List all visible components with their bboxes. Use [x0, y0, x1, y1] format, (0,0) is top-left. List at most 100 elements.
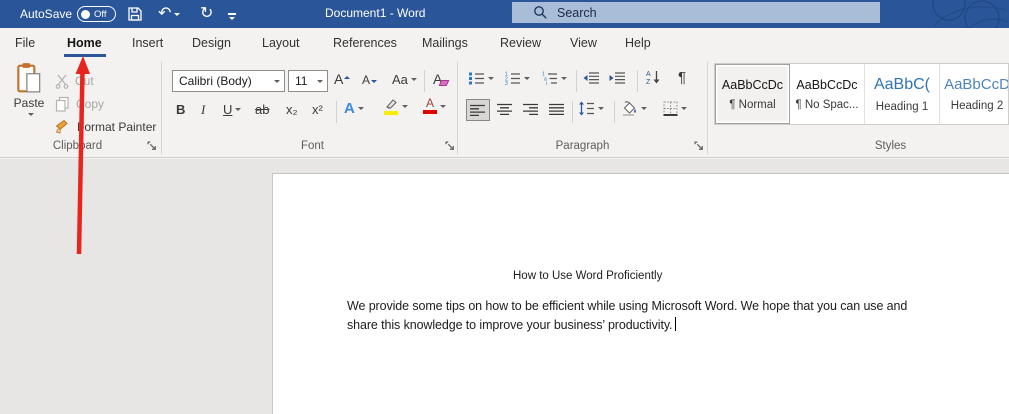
style-card-heading2[interactable]: AaBbCcD Heading 2	[940, 64, 1009, 124]
justify-button[interactable]	[549, 103, 565, 116]
style-card-no-spacing[interactable]: AaBbCcDc ¶ No Spac...	[790, 64, 865, 124]
subscript-button[interactable]: x₂	[286, 102, 298, 117]
undo-button[interactable]: ↶	[158, 4, 180, 24]
tab-layout[interactable]: Layout	[255, 28, 307, 58]
tab-review[interactable]: Review	[493, 28, 548, 58]
decrease-indent-icon	[583, 71, 600, 85]
decrease-indent-button[interactable]	[583, 71, 600, 85]
change-case-button[interactable]: Aa	[392, 72, 417, 87]
superscript-button[interactable]: x²	[312, 102, 323, 117]
line-spacing-chevron-icon	[598, 107, 604, 113]
strikethrough-button[interactable]: ab	[255, 102, 269, 117]
font-color-button[interactable]: A	[423, 98, 446, 114]
align-center-button[interactable]	[497, 103, 513, 116]
align-center-icon	[497, 103, 513, 116]
italic-button[interactable]: I	[201, 102, 205, 118]
line-spacing-button[interactable]	[578, 101, 604, 116]
align-right-button[interactable]	[523, 103, 539, 116]
save-icon	[127, 6, 143, 22]
format-painter-button[interactable]: Format Painter	[55, 118, 156, 136]
justify-icon	[549, 103, 565, 116]
numbering-button[interactable]: 1 2 3	[504, 71, 530, 85]
ribbon-tab-row: File Home Insert Design Layout Reference…	[0, 28, 1009, 58]
font-dialog-launcher-icon[interactable]	[445, 141, 456, 152]
sort-button[interactable]: A Z	[645, 69, 661, 85]
font-group-label: Font	[255, 140, 370, 152]
tab-help[interactable]: Help	[618, 28, 658, 58]
paste-clipboard-icon	[16, 62, 42, 94]
autosave-toggle[interactable]: Off	[77, 6, 116, 22]
title-bar: AutoSave Off ↶ ↻ Document1 - Word	[0, 0, 1009, 28]
copy-button[interactable]: Copy	[55, 95, 104, 113]
save-button[interactable]	[127, 4, 143, 24]
shrink-font-button[interactable]: A	[362, 73, 377, 87]
increase-indent-button[interactable]	[609, 71, 626, 85]
undo-dropdown-chevron-icon	[174, 13, 180, 19]
customize-toolbar-chevron-icon	[229, 17, 235, 23]
document-heading-text: How to Use Word Proficiently	[513, 270, 662, 282]
align-left-icon	[470, 104, 486, 117]
format-painter-label: Format Painter	[77, 120, 156, 134]
grow-font-caret-icon	[344, 73, 350, 79]
shading-button[interactable]	[621, 100, 647, 116]
paragraph-dialog-launcher-icon[interactable]	[694, 141, 705, 152]
underline-chevron-icon	[235, 108, 241, 114]
document-body-line1: We provide some tips on how to be effici…	[347, 299, 907, 313]
grow-font-button[interactable]: A	[334, 71, 350, 87]
clipboard-dialog-launcher-icon[interactable]	[147, 141, 158, 152]
customize-toolbar-icon	[228, 13, 236, 15]
font-color-chevron-icon	[440, 105, 446, 111]
multilevel-chevron-icon	[561, 77, 567, 83]
underline-button[interactable]: U	[223, 102, 241, 117]
cut-scissors-icon	[55, 74, 69, 89]
window-title: Document1 - Word	[325, 6, 425, 20]
redo-button[interactable]: ↻	[200, 4, 213, 24]
autosave-state: Off	[94, 9, 107, 20]
search-input[interactable]	[557, 6, 837, 20]
paste-dropdown-chevron-icon	[28, 113, 34, 119]
highlight-chevron-icon	[402, 105, 408, 111]
borders-button[interactable]	[663, 101, 687, 116]
svg-text:3: 3	[505, 81, 508, 85]
customize-quick-access-toolbar-button[interactable]	[228, 8, 236, 28]
text-effects-chevron-icon	[358, 107, 364, 113]
cut-button[interactable]: Cut	[55, 72, 94, 90]
font-name-combo[interactable]: Calibri (Body)	[172, 70, 285, 92]
multilevel-list-button[interactable]: 1 a i	[541, 71, 567, 85]
tab-insert[interactable]: Insert	[125, 28, 170, 58]
tab-mailings[interactable]: Mailings	[415, 28, 475, 58]
borders-chevron-icon	[681, 107, 687, 113]
style-card-heading1[interactable]: AaBbC( Heading 1	[865, 64, 940, 124]
clipboard-group-label: Clipboard	[20, 140, 135, 152]
show-hide-formatting-button[interactable]: ¶	[678, 69, 686, 86]
clear-formatting-button[interactable]: A	[433, 71, 448, 87]
style-card-normal[interactable]: AaBbCcDc ¶ Normal	[715, 64, 790, 124]
tab-file[interactable]: File	[8, 28, 42, 58]
text-effects-button[interactable]: A	[344, 100, 364, 117]
text-cursor	[675, 317, 676, 331]
font-size-chevron-icon	[317, 80, 323, 86]
format-painter-brush-icon	[55, 119, 71, 135]
ribbon: Paste Cut Copy Format Painter	[0, 58, 1009, 158]
document-page[interactable]	[272, 173, 1009, 414]
highlight-color-button[interactable]	[383, 98, 408, 115]
group-separator	[457, 62, 458, 154]
search-box[interactable]	[512, 2, 880, 23]
bold-button[interactable]: B	[176, 102, 185, 117]
paste-button[interactable]: Paste	[8, 62, 50, 136]
tab-design[interactable]: Design	[185, 28, 238, 58]
document-area	[0, 159, 1009, 414]
autosave-label: AutoSave	[20, 7, 72, 21]
align-left-button[interactable]	[466, 99, 490, 121]
font-color-bar-icon	[423, 110, 437, 114]
highlight-color-bar-icon	[384, 111, 398, 115]
small-divider	[576, 70, 577, 92]
tab-view[interactable]: View	[563, 28, 604, 58]
tab-references[interactable]: References	[326, 28, 404, 58]
styles-gallery: AaBbCcDc ¶ Normal AaBbCcDc ¶ No Spac... …	[714, 63, 1009, 125]
word-window: AutoSave Off ↶ ↻ Document1 - Word	[0, 0, 1009, 414]
font-size-combo[interactable]: 11	[288, 70, 328, 92]
sort-icon: A Z	[645, 69, 661, 85]
bullets-button[interactable]	[468, 71, 494, 85]
increase-indent-icon	[609, 71, 626, 85]
